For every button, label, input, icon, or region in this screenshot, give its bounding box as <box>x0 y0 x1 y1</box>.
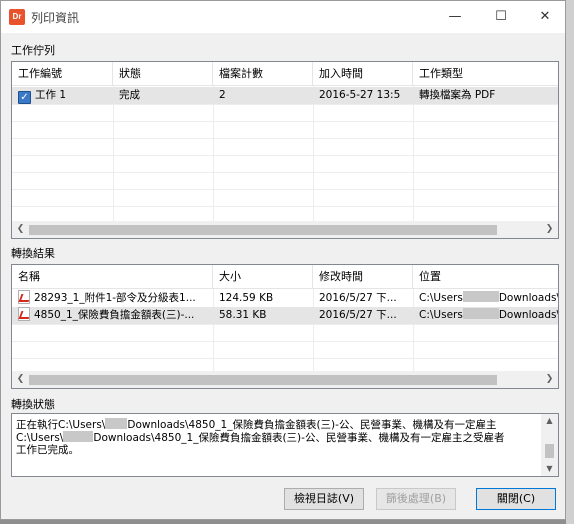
job-id: 工作 1 <box>35 89 67 101</box>
result-file-size: 124.59 KB <box>219 292 274 304</box>
grid-divider <box>12 172 558 173</box>
job-queue-label: 工作佇列 <box>11 44 55 57</box>
status-line2-suffix: Downloads\4850_1_保險費負擔金額表(三)-公、民營事業、機構及有… <box>93 432 505 444</box>
result-file-name: 4850_1_保險費負擔金額表(三)-... <box>34 309 195 321</box>
maximize-button[interactable]: ☐ <box>479 1 523 33</box>
redacted-username <box>63 431 94 442</box>
close-window-button[interactable]: ✕ <box>523 1 567 33</box>
column-header-job-type[interactable]: 工作類型 <box>413 62 558 86</box>
column-header-name[interactable]: 名稱 <box>12 265 213 289</box>
column-header-modified[interactable]: 修改時間 <box>313 265 413 289</box>
column-header-status[interactable]: 狀態 <box>113 62 213 86</box>
job-id-cell: ✓ 工作 1 <box>12 87 113 104</box>
result-location-prefix: C:\Users <box>419 292 463 304</box>
job-type: 轉換檔案為 PDF <box>419 89 496 101</box>
result-location-prefix: C:\Users <box>419 309 463 321</box>
result-location-cell: C:\Users Downloads\48 <box>413 307 558 324</box>
status-line2-prefix: C:\Users\ <box>16 432 64 444</box>
redacted-username <box>462 308 499 319</box>
result-modified-time: 2016/5/27 下... <box>319 292 397 304</box>
scroll-right-icon[interactable]: ❯ <box>541 221 558 238</box>
status-vscrollbar[interactable]: ▲ ▼ <box>541 414 558 476</box>
job-queue-header: 工作編號 狀態 檔案計數 加入時間 工作類型 <box>12 62 558 86</box>
grid-divider <box>12 138 558 139</box>
result-row[interactable]: 4850_1_保險費負擔金額表(三)-... 58.31 KB 2016/5/2… <box>12 307 558 324</box>
job-row[interactable]: ✓ 工作 1 完成 2 2016-5-27 13:5 轉換檔案為 PDF <box>12 87 558 104</box>
status-line1-prefix: 正在執行C:\Users\ <box>16 419 106 431</box>
maximize-icon: ☐ <box>495 9 507 24</box>
app-logo-icon: Dr <box>9 9 25 25</box>
scroll-thumb[interactable] <box>545 444 554 458</box>
scroll-left-icon[interactable]: ❮ <box>12 371 29 388</box>
grid-divider <box>12 324 558 325</box>
scroll-down-icon[interactable]: ▼ <box>541 462 558 476</box>
conversion-status-log[interactable]: 正在執行C:\Users\ Downloads\4850_1_保險費負擔金額表(三… <box>11 413 559 477</box>
result-row[interactable]: 28293_1_附件1-部令及分級表1... 124.59 KB 2016/5/… <box>12 290 558 307</box>
results-hscrollbar[interactable]: ❮ ❯ <box>12 371 558 388</box>
results-header: 名稱 大小 修改時間 位置 <box>12 265 558 289</box>
view-log-button[interactable]: 檢視日誌(V) <box>284 488 364 510</box>
scroll-thumb[interactable] <box>29 375 497 385</box>
result-location-suffix: Downloads\48 <box>498 309 558 321</box>
window-title: 列印資訊 <box>31 11 80 25</box>
status-log-line: 工作已完成。 <box>16 444 79 456</box>
column-header-file-count[interactable]: 檔案計數 <box>213 62 313 86</box>
status-log-line: 正在執行C:\Users\ Downloads\4850_1_保險費負擔金額表(三… <box>16 418 496 432</box>
scroll-thumb[interactable] <box>29 225 497 235</box>
status-line1-suffix: Downloads\4850_1_保險費負擔金額表(三)-公、民營事業、機構及有… <box>127 419 497 431</box>
grid-divider <box>12 206 558 207</box>
conversion-status-label: 轉換狀態 <box>11 398 55 411</box>
job-queue-list[interactable]: 工作編號 狀態 檔案計數 加入時間 工作類型 ✓ 工作 1 完成 2 2016-5… <box>11 61 559 239</box>
grid-divider <box>12 189 558 190</box>
result-file-name: 28293_1_附件1-部令及分級表1... <box>34 292 196 304</box>
redacted-username <box>462 291 499 302</box>
close-icon: ✕ <box>539 9 551 24</box>
job-file-count: 2 <box>219 89 226 101</box>
column-header-location[interactable]: 位置 <box>413 265 558 289</box>
minimize-button[interactable]: — <box>433 1 477 33</box>
column-header-job-id[interactable]: 工作編號 <box>12 62 113 86</box>
job-added-time: 2016-5-27 13:5 <box>319 89 401 101</box>
pdf-file-icon <box>18 307 30 321</box>
grid-divider <box>12 341 558 342</box>
result-name-cell: 4850_1_保險費負擔金額表(三)-... <box>12 307 213 324</box>
grid-divider <box>12 155 558 156</box>
column-header-added-time[interactable]: 加入時間 <box>313 62 413 86</box>
result-location-cell: C:\Users Downloads\28 <box>413 290 558 307</box>
pdf-file-icon <box>18 290 30 304</box>
close-button[interactable]: 關閉(C) <box>476 488 556 510</box>
title-bar[interactable]: Dr 列印資訊 — ☐ ✕ <box>1 1 565 33</box>
redacted-username <box>105 418 128 429</box>
post-process-button[interactable]: 篩後處理(B) <box>376 488 456 510</box>
status-log-line: C:\Users\ Downloads\4850_1_保險費負擔金額表(三)-公、… <box>16 431 504 445</box>
job-queue-hscrollbar[interactable]: ❮ ❯ <box>12 221 558 238</box>
result-modified-time: 2016/5/27 下... <box>319 309 397 321</box>
scroll-left-icon[interactable]: ❮ <box>12 221 29 238</box>
column-header-size[interactable]: 大小 <box>213 265 313 289</box>
scroll-right-icon[interactable]: ❯ <box>541 371 558 388</box>
minimize-icon: — <box>448 9 462 24</box>
scroll-up-icon[interactable]: ▲ <box>541 414 558 428</box>
job-status: 完成 <box>119 89 140 101</box>
grid-divider <box>12 104 558 105</box>
checkbox-checked-icon[interactable]: ✓ <box>18 91 31 104</box>
result-location-suffix: Downloads\28 <box>498 292 558 304</box>
print-info-dialog: Dr 列印資訊 — ☐ ✕ 工作佇列 工作編號 狀態 檔案計數 加入時間 工作類… <box>0 0 566 520</box>
grid-divider <box>12 358 558 359</box>
conversion-results-list[interactable]: 名稱 大小 修改時間 位置 28293_1_附件1-部令及分級表1... 124… <box>11 264 559 389</box>
background-window-edge <box>566 0 574 524</box>
result-file-size: 58.31 KB <box>219 309 267 321</box>
conversion-results-label: 轉換結果 <box>11 247 55 260</box>
result-name-cell: 28293_1_附件1-部令及分級表1... <box>12 290 213 307</box>
grid-divider <box>12 121 558 122</box>
